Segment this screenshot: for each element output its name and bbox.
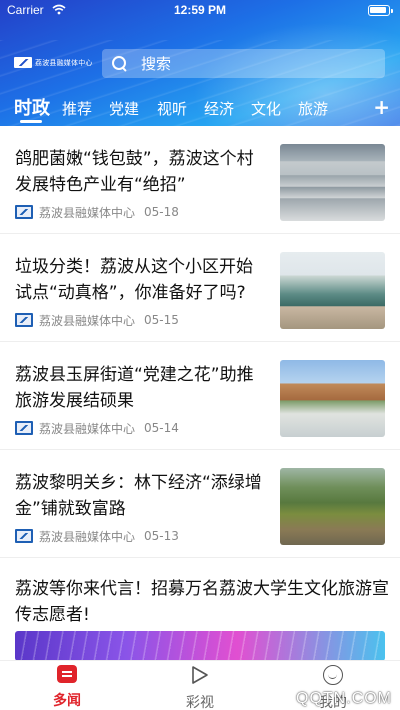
article-title: 荔波县玉屏街道“党建之花”助推旅游发展结硕果	[15, 365, 254, 411]
category-tabs: 时政 推荐 党建 视听 经济 文化 旅游 +	[0, 94, 400, 123]
status-time: 12:59 PM	[173, 3, 227, 17]
article-title: 鸽肥菌嫩“钱包鼓”，荔波这个村发展特色产业有“绝招”	[15, 149, 254, 195]
source-logo-icon	[15, 421, 33, 435]
tab-politics[interactable]: 时政	[14, 94, 50, 120]
nav-item-news[interactable]: 多闻	[32, 665, 102, 710]
search-bar[interactable]: 搜索	[102, 49, 385, 78]
article-title: 荔波等你来代言！招募万名荔波大学生文化旅游宣传志愿者!	[15, 579, 389, 625]
watermark: QQTN.COM	[296, 690, 392, 707]
nav-label: 多闻	[53, 693, 81, 709]
source-logo-icon	[15, 313, 33, 327]
face-icon	[323, 665, 343, 685]
article-meta: 荔波县融媒体中心 05-13	[15, 528, 179, 544]
article-source: 荔波县融媒体中心	[39, 421, 136, 436]
tab-video[interactable]: 视听	[157, 98, 187, 119]
article-date: 05-13	[144, 529, 179, 543]
tab-culture[interactable]: 文化	[251, 98, 281, 119]
source-logo-icon	[15, 205, 33, 219]
article-thumbnail	[280, 360, 385, 437]
list-item[interactable]: 荔波黎明关乡：林下经济“添绿增金”铺就致富路 荔波县融媒体中心 05-13	[0, 450, 400, 558]
tab-recommend[interactable]: 推荐	[62, 98, 92, 119]
article-thumbnail	[280, 468, 385, 545]
article-meta: 荔波县融媒体中心 05-14	[15, 420, 179, 436]
article-banner-image[interactable]	[15, 631, 385, 661]
add-tab-button[interactable]: +	[373, 95, 390, 119]
article-meta: 荔波县融媒体中心 05-15	[15, 312, 179, 328]
list-item[interactable]: 荔波县玉屏街道“党建之花”助推旅游发展结硕果 荔波县融媒体中心 05-14	[0, 342, 400, 450]
active-tab-indicator	[20, 120, 42, 123]
tab-travel[interactable]: 旅游	[298, 98, 328, 119]
article-date: 05-15	[144, 313, 179, 327]
nav-item-video[interactable]: 彩视	[165, 665, 235, 710]
list-item[interactable]: 垃圾分类！荔波从这个小区开始试点“动真格”，你准备好了吗? 荔波县融媒体中心 0…	[0, 234, 400, 342]
tab-economy[interactable]: 经济	[204, 98, 234, 119]
search-icon	[112, 55, 128, 72]
header: Carrier 12:59 PM 荔波县融媒体中心 搜索 时政 推荐 党建 视听…	[0, 0, 400, 126]
news-icon	[57, 665, 77, 683]
search-placeholder: 搜索	[141, 55, 172, 73]
article-source: 荔波县融媒体中心	[39, 313, 136, 328]
app-logo: 荔波县融媒体中心	[14, 56, 93, 69]
source-logo-icon	[15, 529, 33, 543]
article-meta: 荔波县融媒体中心 05-18	[15, 204, 179, 220]
list-item[interactable]: 荔波等你来代言！招募万名荔波大学生文化旅游宣传志愿者!	[0, 558, 400, 638]
battery-icon	[368, 5, 393, 16]
article-title: 荔波黎明关乡：林下经济“添绿增金”铺就致富路	[15, 473, 262, 519]
list-item[interactable]: 鸽肥菌嫩“钱包鼓”，荔波这个村发展特色产业有“绝招” 荔波县融媒体中心 05-1…	[0, 126, 400, 234]
article-title: 垃圾分类！荔波从这个小区开始试点“动真格”，你准备好了吗?	[15, 257, 253, 303]
article-source: 荔波县融媒体中心	[39, 205, 136, 220]
article-thumbnail	[280, 252, 385, 329]
logo-text: 荔波县融媒体中心	[35, 58, 93, 67]
nav-label: 彩视	[186, 695, 214, 710]
logo-mark-icon	[14, 57, 32, 68]
play-icon	[191, 665, 209, 685]
tab-party[interactable]: 党建	[109, 98, 139, 119]
article-thumbnail	[280, 144, 385, 221]
article-date: 05-14	[144, 421, 179, 435]
article-source: 荔波县融媒体中心	[39, 529, 136, 544]
status-bar: Carrier 12:59 PM	[0, 0, 400, 22]
article-date: 05-18	[144, 205, 179, 219]
